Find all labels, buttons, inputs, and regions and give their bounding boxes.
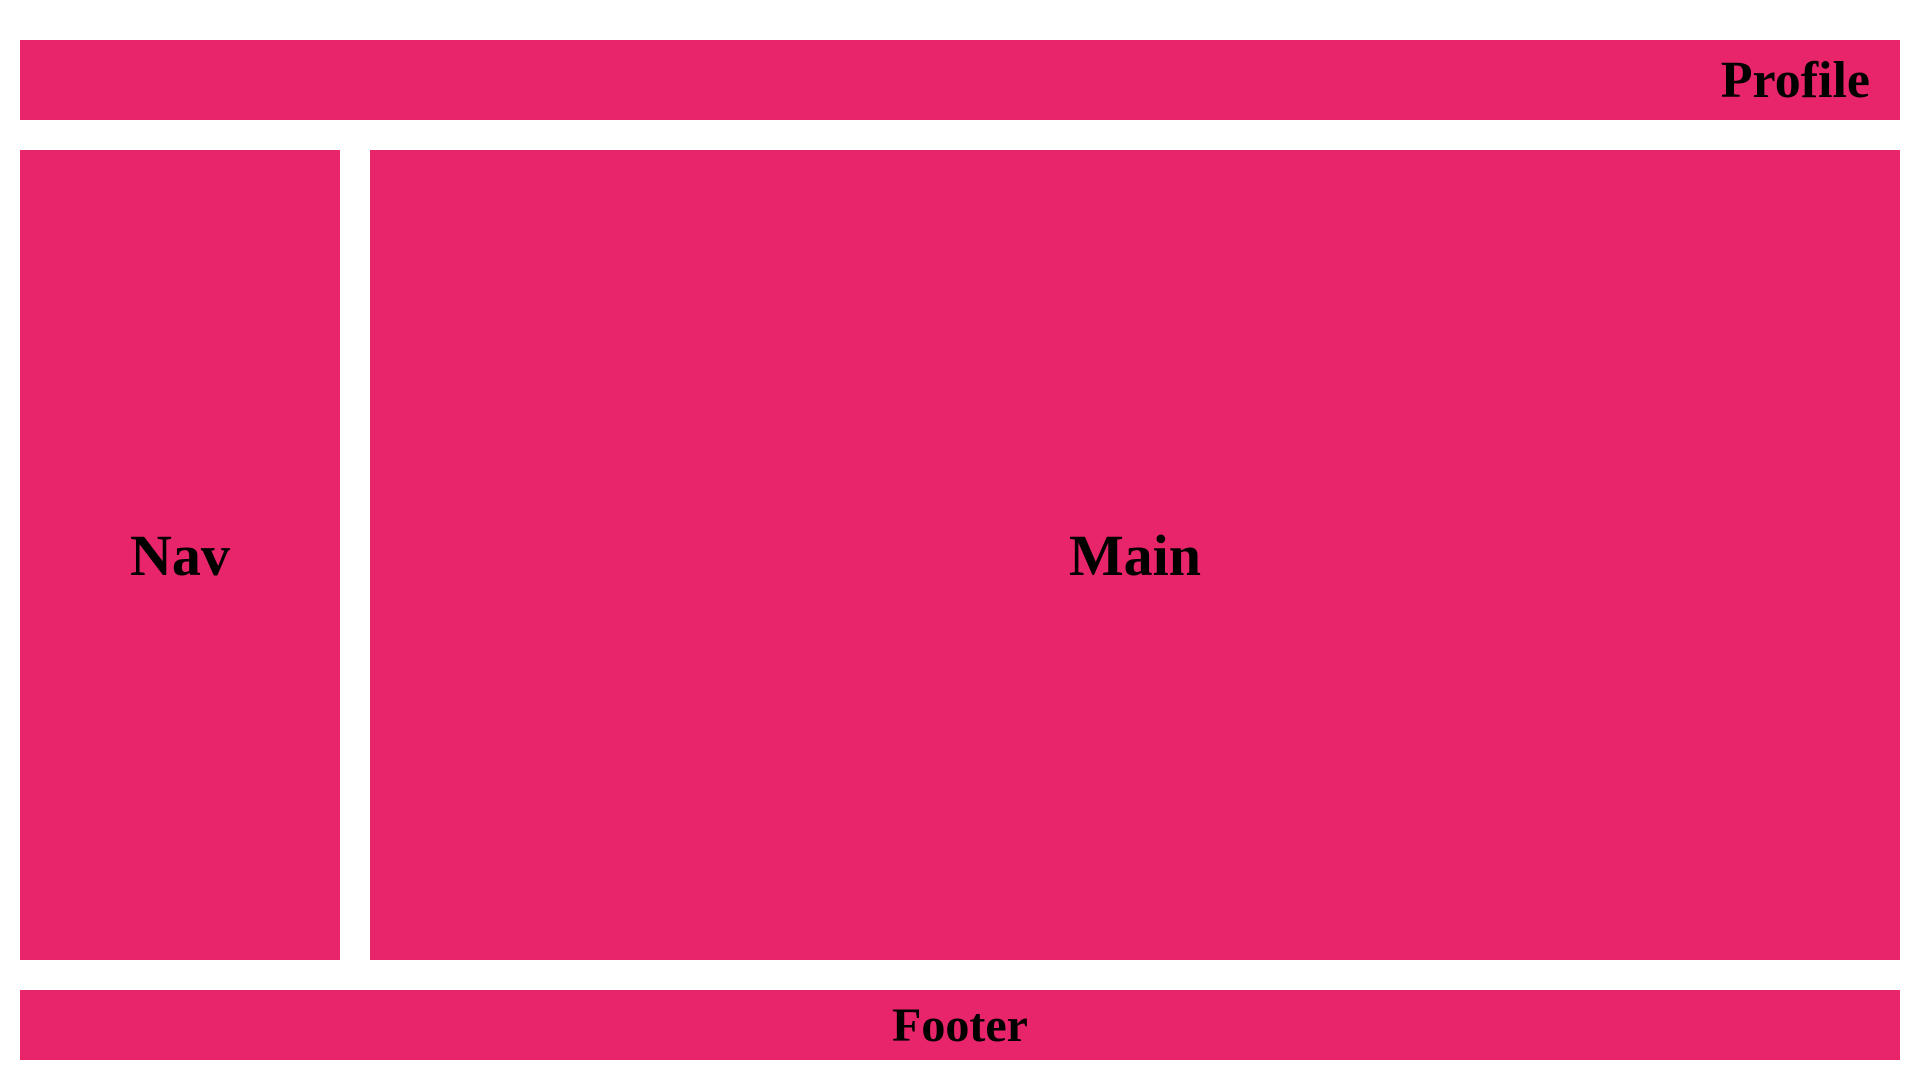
footer-label: Footer [892, 998, 1028, 1053]
main-label: Main [1069, 522, 1201, 589]
header-region: Profile [20, 40, 1900, 120]
nav-label: Nav [130, 522, 230, 589]
header-label: Profile [1721, 51, 1870, 110]
main-region: Main [370, 150, 1900, 960]
nav-region: Nav [20, 150, 340, 960]
footer-region: Footer [20, 990, 1900, 1060]
layout-container: Profile Nav Main Footer [20, 40, 1900, 1060]
